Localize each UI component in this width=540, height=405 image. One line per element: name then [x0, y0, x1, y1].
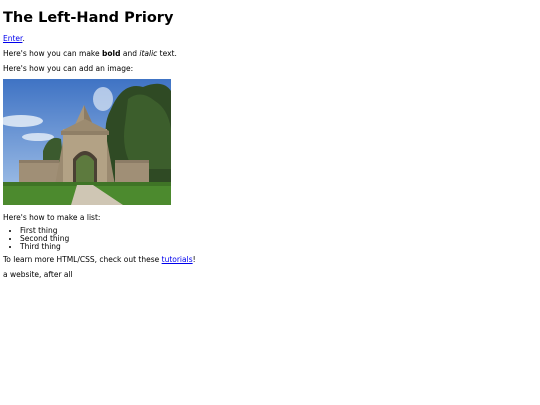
learn-more-text: To learn more HTML/CSS, check out these	[3, 255, 162, 264]
enter-link[interactable]: Enter	[3, 34, 22, 43]
formatting-text-before: Here's how you can make	[3, 49, 102, 58]
bold-text: bold	[102, 49, 121, 58]
list-intro: Here's how to make a list:	[3, 213, 101, 222]
archway-view	[76, 155, 94, 185]
list-item: Second thing	[20, 235, 537, 243]
formatting-text-middle: and	[120, 49, 140, 58]
page-title: The Left-Hand Priory	[3, 10, 174, 26]
priory-gate-image	[3, 79, 171, 205]
page-body: The Left-Hand Priory Enter. Here's how y…	[0, 0, 540, 280]
wall-cap-left	[19, 160, 59, 163]
italic-text: italic	[139, 49, 158, 58]
tutorials-link[interactable]: tutorials	[162, 255, 193, 264]
list-item: First thing	[20, 227, 537, 235]
bulleted-list: First thing Second thing Third thing	[3, 227, 537, 251]
list-item: Third thing	[20, 243, 537, 251]
learn-more-paragraph: To learn more HTML/CSS, check out these …	[3, 255, 537, 265]
image-intro: Here's how you can add an image:	[3, 64, 134, 73]
wall-right	[115, 162, 149, 184]
cornice	[61, 131, 109, 135]
cloud	[93, 87, 113, 111]
footer-text: a website, after all	[3, 270, 73, 279]
wall-left	[19, 162, 59, 184]
enter-paragraph: Enter.	[3, 34, 537, 44]
learn-more-suffix: !	[192, 255, 196, 264]
wall-cap-right	[115, 160, 149, 163]
formatting-text-after: text.	[157, 49, 177, 58]
cloud	[22, 133, 54, 141]
formatting-paragraph: Here's how you can make bold and italic …	[3, 49, 537, 59]
enter-suffix: .	[22, 34, 25, 43]
